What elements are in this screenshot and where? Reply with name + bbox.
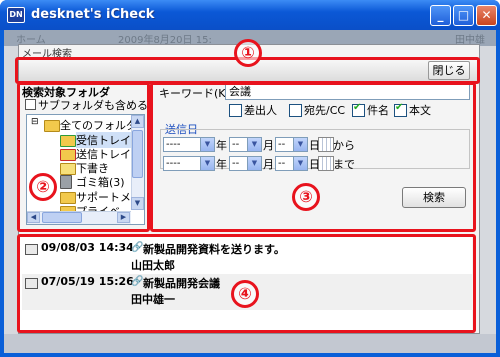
app-logo-icon: DN xyxy=(7,7,25,23)
background-footer xyxy=(4,334,496,353)
maximize-button[interactable]: □ xyxy=(453,5,474,26)
minimize-button[interactable]: _ xyxy=(430,5,451,26)
callout-number-2: ② xyxy=(29,173,57,201)
callout-box-3 xyxy=(150,82,476,232)
callout-box-2 xyxy=(17,82,150,232)
callout-number-1: ① xyxy=(234,39,262,67)
callout-number-3: ③ xyxy=(292,183,320,211)
window-title: desknet's iCheck xyxy=(31,7,155,22)
callout-number-4: ④ xyxy=(231,280,259,308)
window-close-button[interactable]: ✕ xyxy=(476,5,497,26)
